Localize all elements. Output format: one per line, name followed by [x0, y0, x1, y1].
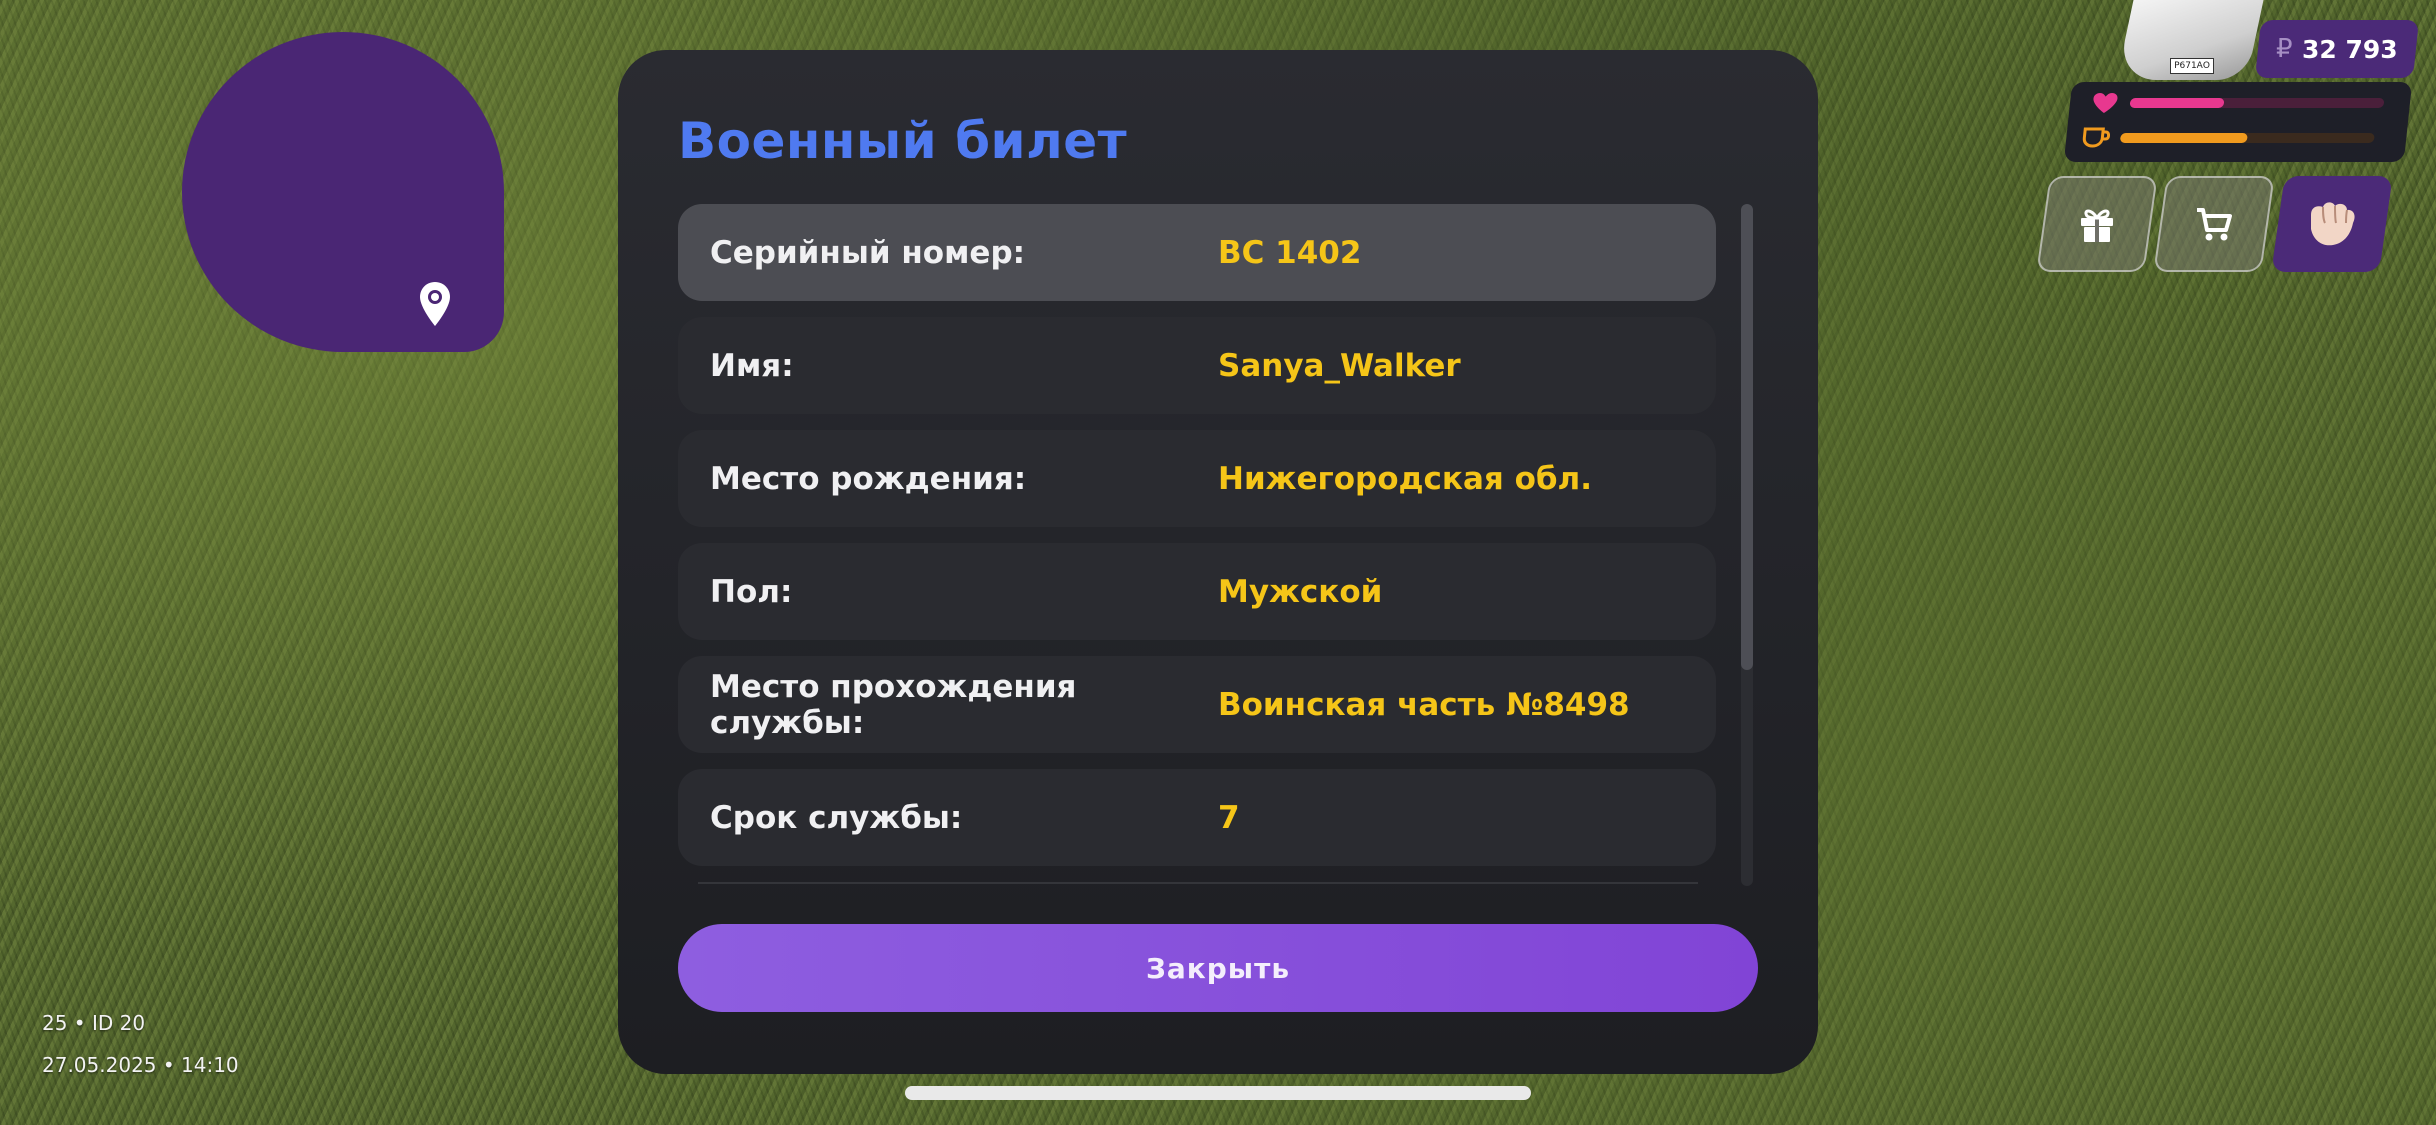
location-pin-icon: [420, 282, 450, 326]
list-item-name[interactable]: Имя: Sanya_Walker: [678, 317, 1716, 414]
heart-icon: [2093, 93, 2118, 113]
dialog-title: Военный билет: [678, 112, 1128, 170]
row-value: Мужской: [1218, 573, 1383, 610]
food-fill: [2119, 133, 2248, 143]
row-label: Место прохождения службы:: [710, 668, 1077, 741]
health-fill: [2129, 98, 2225, 108]
row-value: 7: [1218, 799, 1240, 836]
money-badge: ₽ 32 793: [2254, 20, 2420, 78]
list-item-serial-number[interactable]: Серийный номер: BC 1402: [678, 204, 1716, 301]
list-item-gender[interactable]: Пол: Мужской: [678, 543, 1716, 640]
scroll-thumb[interactable]: [1741, 204, 1753, 670]
row-value: Воинская часть №8498: [1218, 686, 1630, 723]
military-id-dialog: Военный билет Серийный номер: BC 1402 Им…: [618, 50, 1818, 1074]
home-indicator[interactable]: [905, 1086, 1531, 1100]
gift-icon: [2081, 209, 2113, 242]
date-time: 27.05.2025 • 14:10: [42, 1053, 239, 1077]
money-value: 32 793: [2302, 34, 2399, 64]
close-button[interactable]: Закрыть: [678, 924, 1758, 1012]
row-value: Нижегородская обл.: [1218, 460, 1593, 497]
coffee-cup-icon: [2082, 127, 2111, 148]
fist-button[interactable]: [2271, 176, 2393, 272]
info-rows-list[interactable]: Серийный номер: BC 1402 Имя: Sanya_Walke…: [678, 204, 1718, 884]
minimap[interactable]: [182, 32, 504, 352]
row-label: Пол:: [710, 573, 793, 610]
row-label: Имя:: [710, 347, 794, 384]
row-value: BC 1402: [1218, 234, 1362, 271]
gift-button[interactable]: [2036, 176, 2158, 272]
cart-icon: [2197, 208, 2232, 241]
row-value: Sanya_Walker: [1218, 347, 1461, 384]
row-label: Место рождения:: [710, 460, 1027, 497]
row-label: Срок службы:: [710, 799, 963, 836]
health-bar: [2129, 98, 2385, 108]
list-item-birthplace[interactable]: Место рождения: Нижегородская обл.: [678, 430, 1716, 527]
food-bar: [2119, 133, 2375, 143]
shop-button[interactable]: [2153, 176, 2275, 272]
stats-panel: [2063, 82, 2413, 162]
list-item-service-term[interactable]: Срок службы: 7: [678, 769, 1716, 866]
list-item-service-place[interactable]: Место прохождения службы: Воинская часть…: [678, 656, 1716, 753]
player-info: 25 • ID 20: [42, 1011, 146, 1035]
row-label: Серийный номер:: [710, 234, 1026, 271]
divider: [698, 882, 1698, 884]
ruble-icon: ₽: [2275, 34, 2293, 64]
fist-icon: [2311, 202, 2355, 246]
car-plate: Р671АО: [2170, 58, 2214, 74]
scrollbar[interactable]: [1741, 204, 1753, 886]
